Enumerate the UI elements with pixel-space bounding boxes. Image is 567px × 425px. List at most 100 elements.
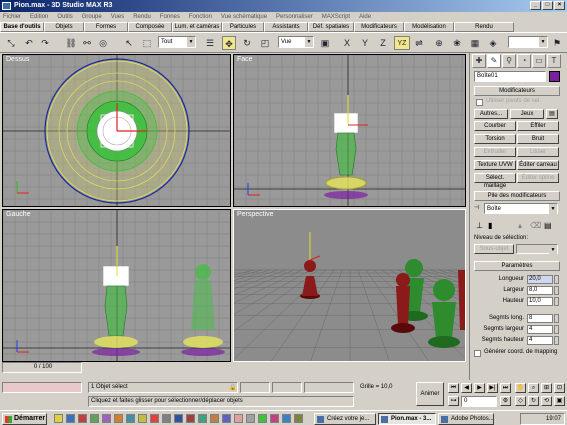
modifier-button[interactable]: Texture UVW [474,160,516,170]
modifier-button[interactable]: Effiler [517,121,559,131]
sets-button[interactable]: Jeux [510,109,544,119]
unlink-icon[interactable]: ⚯ [80,36,94,50]
tab-0[interactable]: Base d'outils [0,22,44,32]
make-unique-icon[interactable]: ▴ [518,221,522,230]
pan-icon[interactable]: ✋ [515,383,526,393]
quicklaunch-app-icon[interactable] [198,414,207,423]
zoom-extents-icon[interactable]: ⊡ [554,383,565,393]
param-spinner[interactable]: 4 [527,336,553,345]
quicklaunch-app-icon[interactable] [102,414,111,423]
taskbar-item[interactable]: Pion.max - 3... [378,413,436,425]
active-end-icon[interactable]: ▮ [488,221,492,230]
modifiers-rollout-header[interactable]: Modificateurs [474,86,560,96]
quicklaunch-app-icon[interactable] [270,414,279,423]
stack-pin-icon[interactable]: ⊣ [474,204,479,211]
axis-z-icon[interactable]: Z [376,36,390,50]
coord-x-field[interactable] [240,382,270,393]
utilities-tab-icon[interactable]: T [547,54,561,68]
axis-y-icon[interactable]: Y [358,36,372,50]
use-pivot-checkbox[interactable] [476,99,483,106]
animate-button[interactable]: Animer [416,382,444,406]
render-last-icon[interactable]: ⚑ [550,36,564,50]
redo-icon[interactable]: ↷ [38,36,52,50]
mirror-icon[interactable]: ⇌ [412,36,426,50]
tab-4[interactable]: Lum. et caméras [172,22,222,32]
create-tab-icon[interactable]: ✚ [472,54,486,68]
select-by-name-icon[interactable]: ☰ [203,36,217,50]
modifier-button[interactable]: Bruit [517,134,559,144]
param-spinner[interactable]: 8 [527,314,553,323]
time-slider-track[interactable] [2,382,82,393]
modifier-button[interactable]: Sélect. maillage [474,173,516,189]
object-name-input[interactable]: Boîte01 [474,71,546,82]
remove-modifier-icon[interactable]: ⌫ [530,221,541,230]
quicklaunch-app-icon[interactable] [138,414,147,423]
lock-selection-icon[interactable]: 🔒 [229,384,236,391]
others-button[interactable]: Autres... [474,109,508,119]
help-icon[interactable]: ⤡ [4,36,18,50]
param-spinner[interactable]: 20,0 [527,275,553,284]
taskbar-item[interactable]: Créez votre je... [314,413,376,425]
menu-item[interactable]: Aide [359,12,371,22]
quicklaunch-app-icon[interactable] [294,414,303,423]
quicklaunch-app-icon[interactable] [234,414,243,423]
reference-coord-dropdown[interactable]: Vue ▼ [278,36,314,48]
play-icon[interactable]: ▶ [474,383,485,393]
menu-item[interactable]: MAXScript [322,12,350,22]
time-slider[interactable]: 0 / 100 [2,362,82,373]
quicklaunch-app-icon[interactable] [246,414,255,423]
configure-sets-icon[interactable]: ▤ [546,109,558,119]
modifier-button[interactable]: Torsion [474,134,516,144]
coord-z-field[interactable] [304,382,354,393]
undo-icon[interactable]: ↶ [22,36,36,50]
material-editor-icon[interactable]: ❀ [450,36,464,50]
quicklaunch-app-icon[interactable] [114,414,123,423]
quicklaunch-app-icon[interactable] [258,414,267,423]
object-color-swatch[interactable] [549,71,560,82]
menu-item[interactable]: Edition [30,12,48,22]
align-icon[interactable]: ⊕ [432,36,446,50]
menu-item[interactable]: Vue schématique [221,12,267,22]
display-tab-icon[interactable]: ▭ [532,54,546,68]
select-icon[interactable]: ↖ [122,36,136,50]
region-select-icon[interactable]: ⬚ [140,36,154,50]
close-button[interactable]: × [554,1,565,10]
quicklaunch-explorer-icon[interactable] [54,414,63,423]
bind-space-warp-icon[interactable]: ◎ [96,36,110,50]
move-icon[interactable]: ✥ [222,36,236,50]
spinner-arrows-icon[interactable] [554,325,559,334]
key-mode-icon[interactable]: ⊶ [448,396,459,406]
modifier-button[interactable]: Extruder [474,147,516,157]
next-frame-icon[interactable]: ▶| [487,383,498,393]
menu-item[interactable]: Personnaliser [276,12,313,22]
minimize-button[interactable]: _ [530,1,541,10]
link-icon[interactable]: ⛓ [64,36,78,50]
menu-item[interactable]: Groupe [82,12,102,22]
quicklaunch-app-icon[interactable] [162,414,171,423]
viewport-top[interactable]: Dessus [2,54,231,207]
axis-x-icon[interactable]: X [340,36,354,50]
spinner-arrows-icon[interactable] [554,314,559,323]
viewport-perspective[interactable]: Perspective [233,209,466,362]
tab-10[interactable]: Rendu [454,22,514,32]
time-config-icon[interactable]: ⚙ [500,396,511,406]
tab-6[interactable]: Assistants [264,22,308,32]
spinner-arrows-icon[interactable] [554,286,559,295]
current-frame-input[interactable]: 0 [461,396,497,407]
pin-stack-icon[interactable]: ⊥ [476,221,483,230]
render-type-dropdown[interactable]: ▼ [508,36,548,48]
quicklaunch-app-icon[interactable] [78,414,87,423]
arc-rotate-icon[interactable]: ⟲ [541,396,552,406]
orbit-icon[interactable]: ↻ [528,396,539,406]
tab-3[interactable]: Composée [128,22,172,32]
modifier-button[interactable]: Lisser [517,147,559,157]
quicklaunch-app-icon[interactable] [126,414,135,423]
maximize-button[interactable]: □ [542,1,553,10]
tab-5[interactable]: Particules [222,22,264,32]
quicklaunch-app-icon[interactable] [174,414,183,423]
maximize-viewport-icon[interactable]: ▣ [554,396,565,406]
modifier-button[interactable]: Éditer carreau [517,160,559,170]
generate-mapping-checkbox[interactable] [474,350,481,357]
param-spinner[interactable]: 4 [527,325,553,334]
viewport-left[interactable]: Gauche [2,209,231,362]
